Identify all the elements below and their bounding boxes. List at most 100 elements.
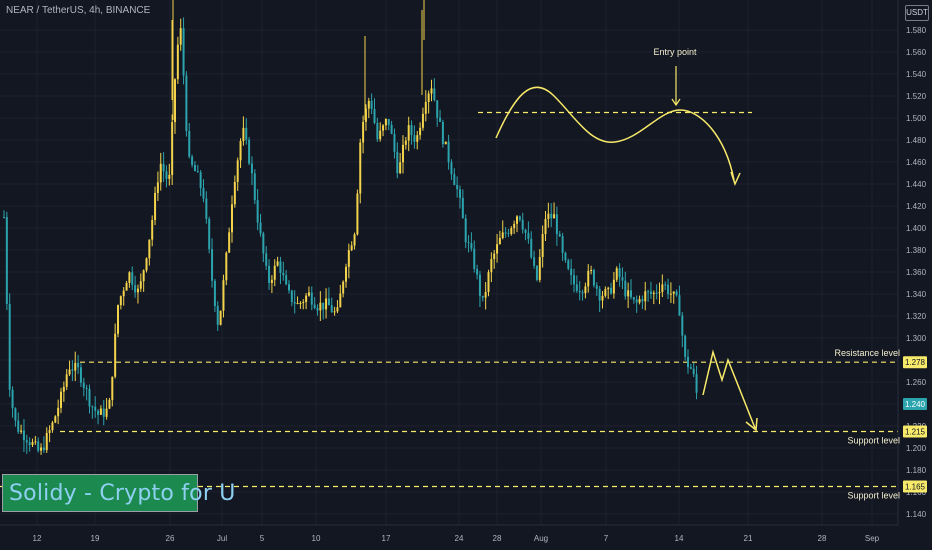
candle-down [667, 284, 670, 295]
candle-up [430, 88, 433, 94]
candle-down [282, 272, 285, 276]
candle-up [174, 79, 176, 123]
candle-down [216, 306, 219, 325]
candle-up [231, 204, 233, 233]
candle-up [612, 279, 615, 294]
price-tick-label: 1.540 [906, 70, 927, 79]
candle-down [447, 141, 450, 163]
candle-down [621, 277, 624, 281]
candle-down [530, 238, 533, 258]
price-tick-label: 1.140 [906, 510, 927, 519]
candle-up [615, 268, 618, 280]
candle-down [473, 248, 476, 269]
candle-down [630, 290, 632, 298]
price-chart[interactable]: 1.580 1.560 1.540 1.520 1.500 1.480 1.460 1.440… [0, 0, 932, 550]
candle-down [459, 189, 461, 198]
time-tick-label: 17 [382, 534, 391, 543]
candle-up [145, 258, 148, 271]
candle-up [484, 292, 487, 298]
candle-up [379, 130, 382, 140]
entry-point-label: Entry point [653, 47, 697, 57]
candle-down [595, 285, 598, 289]
candle-down [453, 174, 456, 185]
candle-down [199, 172, 202, 189]
candle-down [692, 368, 695, 375]
candle-up [669, 293, 672, 295]
candle-up [119, 296, 122, 306]
price-tick-label: 1.420 [906, 202, 927, 211]
candle-down [592, 269, 595, 286]
candle-up [367, 100, 370, 109]
candle-down [213, 280, 216, 307]
candle-up [407, 125, 410, 141]
candle-down [253, 173, 256, 201]
candle-down [290, 290, 293, 302]
candle-down [373, 108, 376, 123]
candle-up [627, 290, 630, 297]
candle-up [128, 272, 131, 283]
candle-down [245, 127, 248, 140]
candle-up [74, 362, 77, 371]
candle-down [518, 216, 521, 220]
candle-down [327, 298, 330, 306]
candle-down [413, 135, 416, 142]
candle-up [402, 144, 404, 163]
price-tick-label: 1.440 [906, 180, 927, 189]
time-tick-label: 26 [166, 534, 175, 543]
candle-up [319, 302, 322, 311]
currency-badge[interactable]: USDT [905, 5, 929, 21]
candle-up [154, 192, 157, 220]
price-axis[interactable]: 1.580 1.560 1.540 1.520 1.500 1.480 1.460 1.440… [897, 0, 932, 550]
price-tick-label: 1.340 [906, 290, 927, 299]
candle-down [504, 232, 507, 234]
candle-down [635, 299, 638, 303]
candle-down [450, 162, 453, 175]
time-tick-label: 12 [33, 534, 42, 543]
candle-down [17, 420, 20, 432]
support-label-2: Support level [847, 491, 900, 501]
candle-up [587, 270, 590, 287]
candle-up [171, 122, 174, 175]
candle-up [151, 219, 154, 240]
candle-down [555, 214, 558, 235]
candle-down [441, 121, 444, 145]
candle-down [14, 408, 17, 421]
symbol-title[interactable]: NEAR / TetherUS, 4h, BINANCE [6, 5, 150, 16]
candle-down [28, 442, 31, 445]
candle-down [316, 308, 319, 311]
candle-down [22, 430, 25, 441]
candle-up [62, 386, 65, 392]
candle-down [527, 232, 530, 239]
candle-up [302, 302, 305, 304]
candle-down [678, 295, 681, 316]
candle-up [353, 234, 356, 246]
candle-up [108, 399, 111, 409]
candle-down [97, 410, 100, 415]
candle-up [51, 422, 54, 431]
candle-down [376, 122, 379, 140]
candle-down [641, 299, 644, 302]
current-price-badge: 1.240 [905, 400, 926, 409]
candle-up [34, 441, 37, 443]
candle-down [567, 260, 570, 269]
candle-down [79, 367, 82, 383]
time-tick-label: 14 [675, 534, 684, 543]
price-tick-label: 1.380 [906, 246, 927, 255]
support-badge-2: 1.165 [905, 483, 926, 492]
candle-down [387, 119, 390, 125]
candle-up [111, 376, 114, 400]
candle-down [293, 301, 296, 304]
candle-down [248, 139, 251, 164]
candle-up [496, 244, 499, 254]
candle-down [182, 28, 185, 76]
candle-down [165, 171, 168, 179]
time-tick-label: Aug [534, 534, 548, 543]
candle-up [65, 374, 68, 387]
candle-down [689, 367, 692, 369]
price-tick-label: 1.560 [906, 48, 927, 57]
candle-down [208, 218, 211, 250]
candle-up [672, 291, 675, 294]
candle-up [427, 93, 430, 103]
candle-up [590, 269, 593, 271]
candle-down [193, 164, 196, 172]
